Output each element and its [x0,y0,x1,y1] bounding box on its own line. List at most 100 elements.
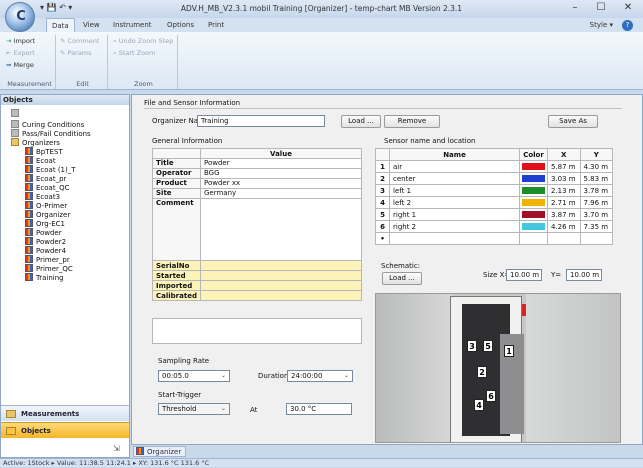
tab-data[interactable]: Data [46,18,75,32]
tree-item[interactable]: Ecoat3 [11,192,129,201]
sensor-marker[interactable]: 3 [467,340,477,352]
help-icon[interactable]: ? [622,20,633,31]
tree-item[interactable]: Ecoat [11,156,129,165]
application-menu-button[interactable]: C [5,2,35,32]
sensor-marker[interactable]: 4 [474,399,484,411]
sensor-color-cell[interactable] [519,220,548,233]
sensor-x[interactable]: 3.03 m [547,172,581,185]
tree-item[interactable]: Ecoat_pr [11,174,129,183]
close-button[interactable]: ✕ [617,1,639,15]
sensor-y[interactable]: 7.35 m [579,220,613,233]
sensor-x[interactable]: 3.87 m [547,208,581,221]
params-button[interactable]: ✎ Params [60,48,92,58]
sensor-name[interactable]: center [389,172,520,185]
sensor-marker[interactable]: 2 [477,366,487,378]
sensor-color-cell[interactable] [519,172,548,185]
configure-buttons-icon[interactable]: ⇲ [113,444,120,453]
row-value[interactable]: Powder [200,158,362,169]
undo-zoom-button[interactable]: ⌕ Undo Zoom Step [113,36,173,46]
nav-measurements[interactable]: Measurements [1,405,129,421]
trigger-select[interactable]: Threshold ⌄ [158,403,230,415]
document-tab-organizer[interactable]: Organizer [133,446,187,457]
tree-item[interactable]: Powder [11,228,129,237]
tree-item[interactable]: Ecoat_QC [11,183,129,192]
tree-item[interactable]: Powder2 [11,237,129,246]
duration-select[interactable]: 24:00:00 ⌄ [287,370,353,382]
organizer-name-input[interactable]: Training [197,115,325,127]
new-row[interactable]: • [375,232,613,245]
sensor-name[interactable]: left 2 [389,196,520,209]
sensor-x[interactable]: 5.87 m [547,160,581,173]
size-x-input[interactable]: 10.00 m [506,269,542,281]
sensor-color-cell[interactable] [519,208,548,221]
sensor-name[interactable]: air [389,160,520,173]
sensor-y[interactable]: 5.83 m [579,172,613,185]
table-row[interactable]: 2 center 3.03 m 5.83 m [375,172,613,185]
export-button[interactable]: ⇤ Export [6,48,35,58]
sensor-x[interactable]: 2.71 m [547,196,581,209]
table-row[interactable]: 1 air 5.87 m 4.30 m [375,160,613,173]
empty-cell[interactable] [547,232,581,245]
sensor-marker[interactable]: 1 [504,345,514,357]
sensor-y[interactable]: 7.96 m [579,196,613,209]
schematic-image[interactable]: 3 5 1 2 4 6 [375,293,621,443]
tree-item[interactable]: Training [11,273,129,282]
sampling-rate-select[interactable]: 00:05.0 ⌄ [158,370,230,382]
at-label: At [250,406,258,414]
load-organizer-button[interactable]: Load ... [341,115,381,128]
load-schematic-button[interactable]: Load ... [382,272,422,285]
sensor-color-cell[interactable] [519,196,548,209]
sensor-color-cell[interactable] [519,184,548,197]
tree-item[interactable]: Primer_pr [11,255,129,264]
sensor-y[interactable]: 4.30 m [579,160,613,173]
row-value[interactable]: BGG [200,168,362,179]
sensor-y[interactable]: 3.78 m [579,184,613,197]
table-row[interactable]: 5 right 1 3.87 m 3.70 m [375,208,613,221]
tree-item[interactable]: Powder4 [11,246,129,255]
tree-item[interactable]: O-Primer [11,201,129,210]
size-y-input[interactable]: 10.00 m [566,269,602,281]
tree-item[interactable]: Pass/Fail Conditions [11,129,129,138]
sensor-x[interactable]: 4.26 m [547,220,581,233]
remove-button[interactable]: Remove [384,115,440,128]
row-value[interactable]: Germany [200,188,362,199]
tab-view[interactable]: View [78,18,105,32]
sensor-marker[interactable]: 5 [483,340,493,352]
empty-cell[interactable] [579,232,613,245]
comment-button[interactable]: ✎ Comment [60,36,99,46]
tree-item[interactable]: Organizer [11,210,129,219]
empty-cell[interactable] [519,232,548,245]
sensor-name[interactable]: right 2 [389,220,520,233]
tree-item[interactable]: Curing Conditions [11,120,129,129]
sensor-x[interactable]: 2.13 m [547,184,581,197]
view-icon[interactable] [11,109,19,117]
tab-options[interactable]: Options [162,18,199,32]
row-value[interactable]: Powder xx [200,178,362,189]
table-row[interactable]: 6 right 2 4.26 m 7.35 m [375,220,613,233]
save-as-button[interactable]: Save As [548,115,598,128]
tree-item[interactable]: BpTEST [11,147,129,156]
table-row[interactable]: 4 left 2 2.71 m 7.96 m [375,196,613,209]
sensor-color-cell[interactable] [519,160,548,173]
tab-print[interactable]: Print [203,18,229,32]
tree-item[interactable]: Primer_QC [11,264,129,273]
sensor-name[interactable]: left 1 [389,184,520,197]
sensor-y[interactable]: 3.70 m [579,208,613,221]
tab-instrument[interactable]: Instrument [108,18,157,32]
tree-item[interactable]: Organizers [11,138,129,147]
threshold-input[interactable]: 30.0 °C [286,403,352,415]
sensor-name[interactable]: right 1 [389,208,520,221]
tree-item[interactable]: Org-EC1 [11,219,129,228]
nav-objects[interactable]: Objects [1,422,129,438]
empty-cell[interactable] [389,232,520,245]
table-row[interactable]: 3 left 1 2.13 m 3.78 m [375,184,613,197]
import-button[interactable]: ⇥ Import [6,36,35,46]
merge-button[interactable]: ⇛ Merge [6,60,34,70]
tree-item[interactable]: Ecoat (1)_T [11,165,129,174]
minimize-button[interactable]: – [564,1,586,15]
row-value[interactable] [200,198,362,261]
style-dropdown[interactable]: Style ▾ [590,21,613,29]
maximize-button[interactable]: ☐ [590,1,612,15]
start-zoom-button[interactable]: ⌕ Start Zoom [113,48,155,58]
sensor-marker[interactable]: 6 [486,390,496,402]
